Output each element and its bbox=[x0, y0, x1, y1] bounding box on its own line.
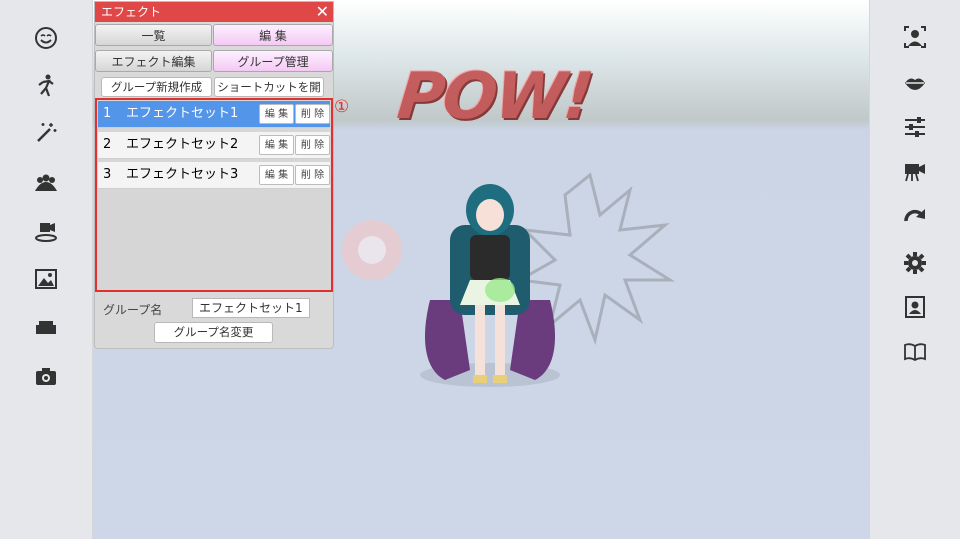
edit-button[interactable]: 編 集 bbox=[259, 165, 294, 185]
pose-icon[interactable] bbox=[33, 73, 59, 99]
row-name: エフェクトセット3 bbox=[126, 167, 239, 182]
portrait-icon[interactable] bbox=[902, 294, 928, 320]
face-icon[interactable] bbox=[33, 25, 59, 51]
group-name-label: グループ名 bbox=[103, 303, 163, 317]
camera-icon[interactable] bbox=[33, 363, 59, 389]
flash-effect bbox=[342, 220, 402, 280]
edit-button[interactable]: 編 集 bbox=[259, 104, 294, 124]
tab-list[interactable]: 一覧 bbox=[95, 24, 212, 46]
sofa-icon[interactable] bbox=[33, 314, 59, 340]
tab-effect-edit[interactable]: エフェクト編集 bbox=[95, 50, 212, 72]
effect-panel: エフェクト ✕ 一覧 編 集 エフェクト編集 グループ管理 グループ新規作成 シ… bbox=[94, 1, 334, 349]
rename-group-button[interactable]: グループ名変更 bbox=[154, 322, 273, 343]
list-item-2[interactable]: 2 エフェクトセット2 編 集 削 除 bbox=[98, 132, 330, 159]
delete-button[interactable]: 削 除 bbox=[295, 135, 330, 155]
row-name: エフェクトセット2 bbox=[126, 137, 239, 152]
group-list: 1 エフェクトセット1 編 集 削 除 2 エフェクトセット2 編 集 削 除 … bbox=[95, 98, 333, 292]
row-number: 2 bbox=[103, 137, 112, 152]
character bbox=[420, 184, 560, 387]
video-camera-icon[interactable] bbox=[902, 158, 928, 184]
panel-title: エフェクト bbox=[101, 5, 162, 19]
close-icon[interactable]: ✕ bbox=[316, 2, 329, 22]
list-item-1[interactable]: 1 エフェクトセット1 編 集 削 除 bbox=[98, 101, 330, 128]
pow-effect-text: POW! bbox=[394, 60, 595, 134]
group-icon[interactable] bbox=[33, 170, 59, 196]
list-item-3[interactable]: 3 エフェクトセット3 編 集 削 除 bbox=[98, 162, 330, 189]
left-toolbar bbox=[0, 0, 93, 539]
edit-button[interactable]: 編 集 bbox=[259, 135, 294, 155]
group-name-field[interactable]: エフェクトセット1 bbox=[192, 298, 310, 318]
lips-icon[interactable] bbox=[902, 70, 928, 96]
image-icon[interactable] bbox=[33, 266, 59, 292]
book-icon[interactable] bbox=[902, 339, 928, 365]
settings-gear-icon[interactable] bbox=[902, 250, 928, 276]
delete-button[interactable]: 削 除 bbox=[295, 104, 330, 124]
tab-group-manage[interactable]: グループ管理 bbox=[213, 50, 333, 72]
camera-stage-icon[interactable] bbox=[33, 218, 59, 244]
row-number: 3 bbox=[103, 167, 112, 182]
right-toolbar bbox=[869, 0, 960, 539]
annotation-marker: ① bbox=[334, 97, 350, 117]
open-shortcut-button[interactable]: ショートカットを開く bbox=[214, 77, 324, 113]
row-name: エフェクトセット1 bbox=[126, 106, 239, 121]
redo-icon[interactable] bbox=[902, 204, 928, 230]
row-number: 1 bbox=[103, 106, 112, 121]
new-group-button[interactable]: グループ新規作成 bbox=[101, 77, 212, 97]
delete-button[interactable]: 削 除 bbox=[295, 165, 330, 185]
sliders-icon[interactable] bbox=[902, 114, 928, 140]
face-frame-icon[interactable] bbox=[902, 24, 928, 50]
panel-titlebar: エフェクト ✕ bbox=[95, 2, 333, 22]
tab-edit[interactable]: 編 集 bbox=[213, 24, 333, 46]
magic-wand-icon[interactable] bbox=[33, 120, 59, 146]
scene-graphics bbox=[342, 172, 676, 387]
